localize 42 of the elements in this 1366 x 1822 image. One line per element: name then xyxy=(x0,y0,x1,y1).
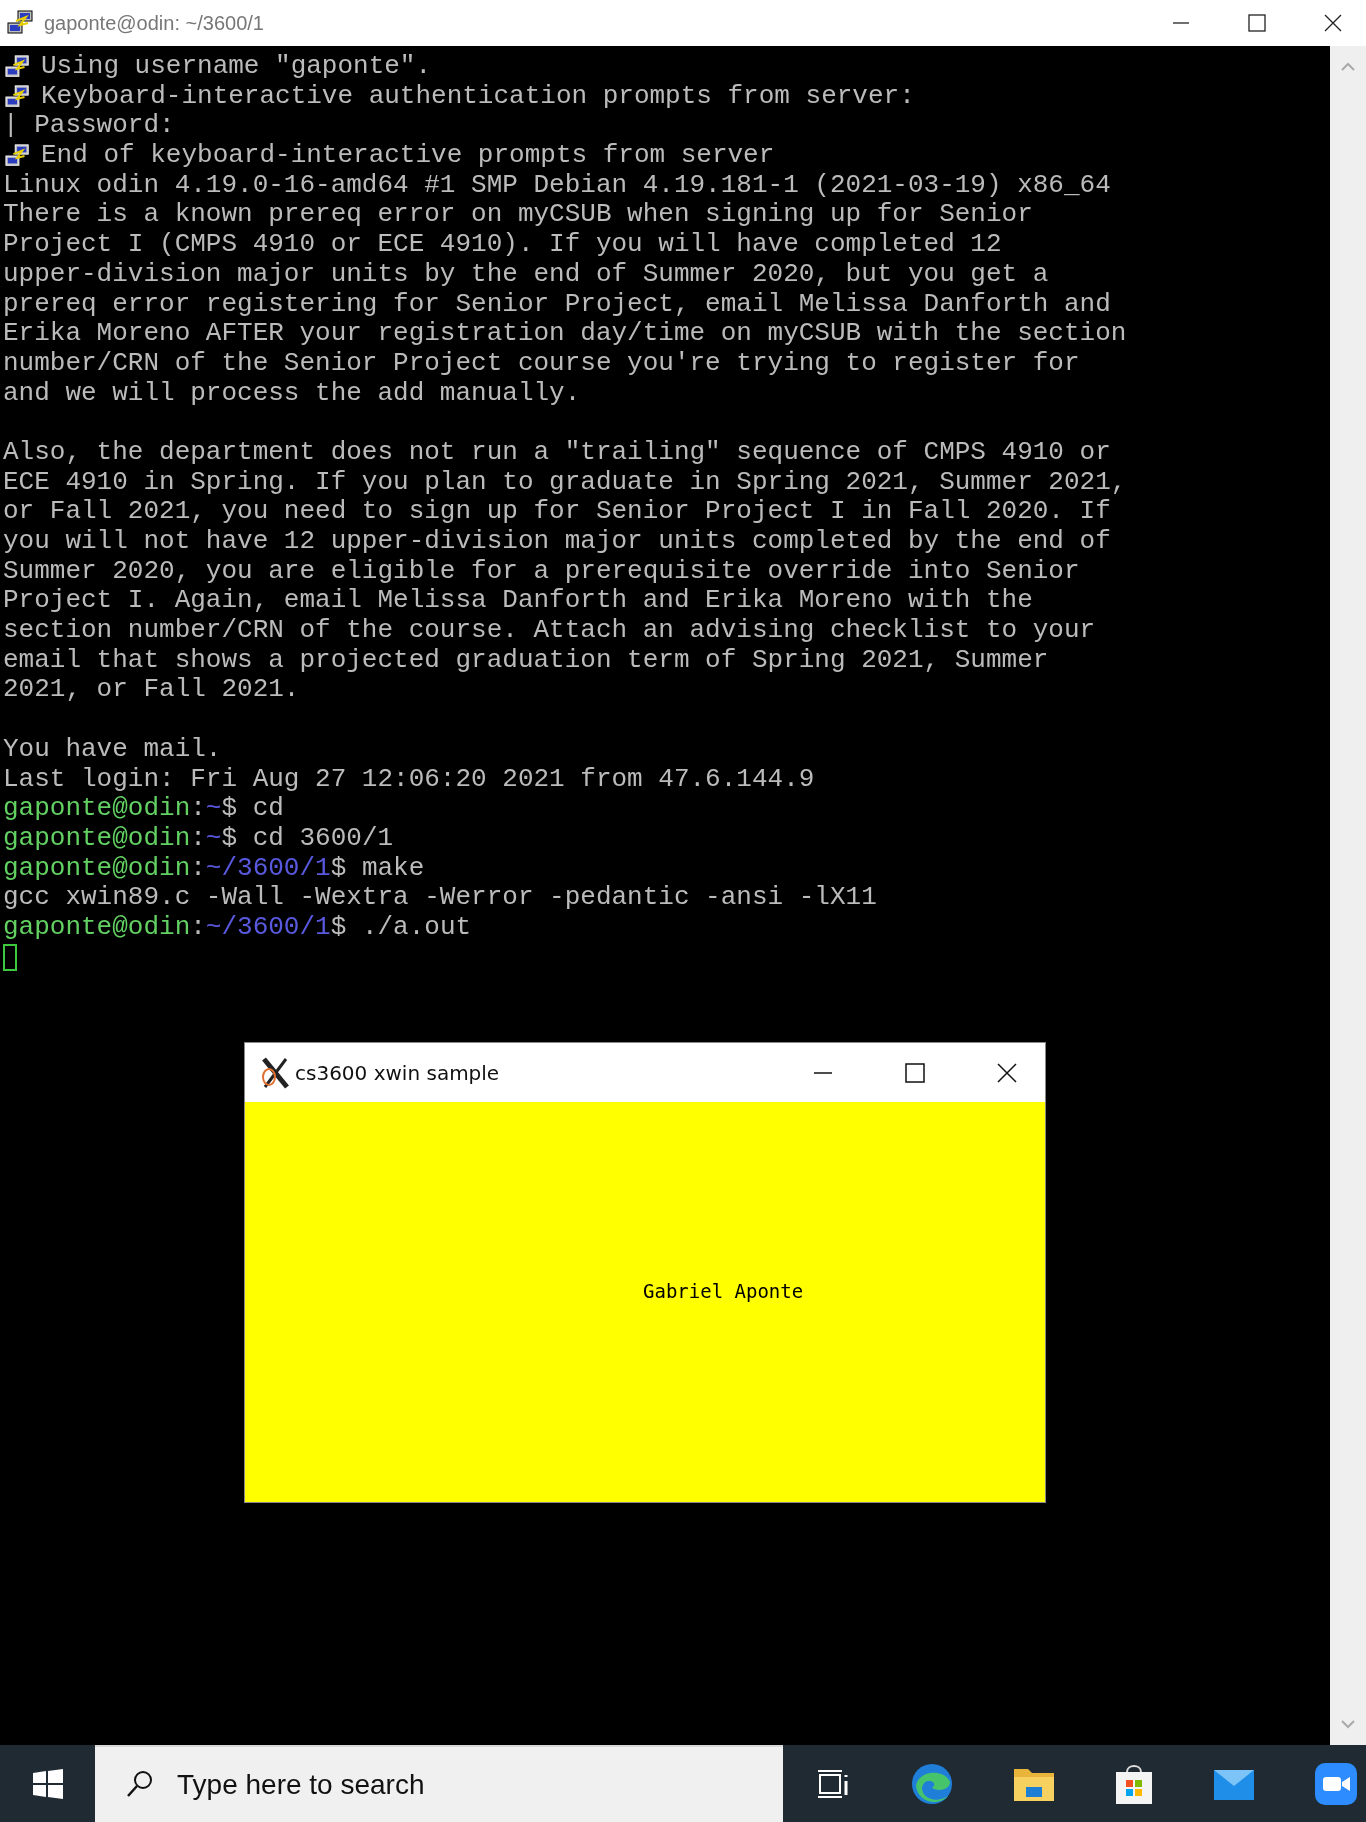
terminal-line: section number/CRN of the course. Attach an advising checklist to your xyxy=(3,616,1096,646)
maximize-icon[interactable] xyxy=(905,1062,925,1083)
browser-icon[interactable] xyxy=(910,1761,954,1806)
windows-logo-icon xyxy=(32,1768,63,1799)
name-text: Gabriel Aponte xyxy=(643,1280,804,1302)
terminal-line: prereq error registering for Senior Project, email Melissa Danforth and xyxy=(3,289,1111,320)
window-title: gaponte@odin: ~/3600/1 xyxy=(44,11,264,35)
terminal-line: you will not have 12 upper-division major units completed by the end of xyxy=(3,527,1111,557)
prompt-line: gaponte@odin:~/3600/1$ make xyxy=(3,853,425,884)
terminal-line: upper-division major units by the end of Summer 2020, but you get a xyxy=(3,259,1049,290)
terminal-line: Summer 2020, you are eligible for a prerequisite override into Senior xyxy=(3,556,1080,587)
prompt-line: gaponte@odin:~$ cd xyxy=(3,794,284,824)
terminal-line: and we will process the add manually. xyxy=(3,378,581,409)
text-cursor xyxy=(3,943,17,971)
terminal-line: or Fall 2021, you need to sign up for Senior Project I in Fall 2020. If xyxy=(3,497,1111,527)
terminal-line: You have mail. xyxy=(3,734,222,765)
close-icon[interactable] xyxy=(1324,14,1342,32)
maximize-icon[interactable] xyxy=(1248,14,1266,32)
window-title: cs3600 xwin sample xyxy=(295,1060,500,1085)
terminal-line: Also, the department does not run a "trailing" sequence of CMPS 4910 or xyxy=(3,437,1111,468)
terminal-line: Erika Moreno AFTER your registration day/time on myCSUB with the section xyxy=(3,319,1127,349)
prompt-line: gaponte@odin:~$ cd 3600/1 xyxy=(3,823,394,854)
terminal-line: End of keyboard-interactive prompts from server xyxy=(41,141,775,171)
terminal-line: Keyboard-interactive authentication prompts from server: xyxy=(41,81,915,112)
terminal-line: Project I. Again, email Melissa Danforth and Erika Moreno with the xyxy=(3,586,1033,617)
terminal-line: Using username "gaponte". xyxy=(41,52,432,82)
prompt-line: gaponte@odin:~/3600/1$ ./a.out xyxy=(3,912,472,943)
terminal-line: gcc xwin89.c -Wall -Wextra -Werror -pedantic -ansi -lX11 xyxy=(3,883,877,913)
terminal-line: There is a known prereq error on myCSUB when signing up for Senior xyxy=(3,200,1033,231)
terminal-line: Linux odin 4.19.0-16-amd64 #1 SMP Debian 4.19.181-1 (2021-03-19) x86_64 xyxy=(3,170,1111,201)
terminal-line: 2021, or Fall 2021. xyxy=(3,675,300,706)
close-icon[interactable] xyxy=(997,1062,1017,1083)
terminal-line: ECE 4910 in Spring. If you plan to graduate in Spring 2021, Summer 2021, xyxy=(3,467,1127,498)
search-field[interactable]: Type here to search xyxy=(95,1745,783,1822)
computers-icon xyxy=(6,9,36,37)
video-camera-icon[interactable] xyxy=(1314,1761,1358,1806)
terminal-line: number/CRN of the Senior Project course you're trying to register for xyxy=(3,348,1080,379)
terminal-line: Last login: Fri Aug 27 12:06:20 2021 from 47.6.144.9 xyxy=(3,764,815,795)
terminal-line: | Password: xyxy=(3,111,175,142)
x-logo-icon xyxy=(261,1056,291,1089)
terminal-line: email that shows a projected graduation term of Spring 2021, Summer xyxy=(3,645,1049,676)
terminal-line: Project I (CMPS 4910 or ECE 4910). If you will have completed 12 xyxy=(3,230,1002,260)
